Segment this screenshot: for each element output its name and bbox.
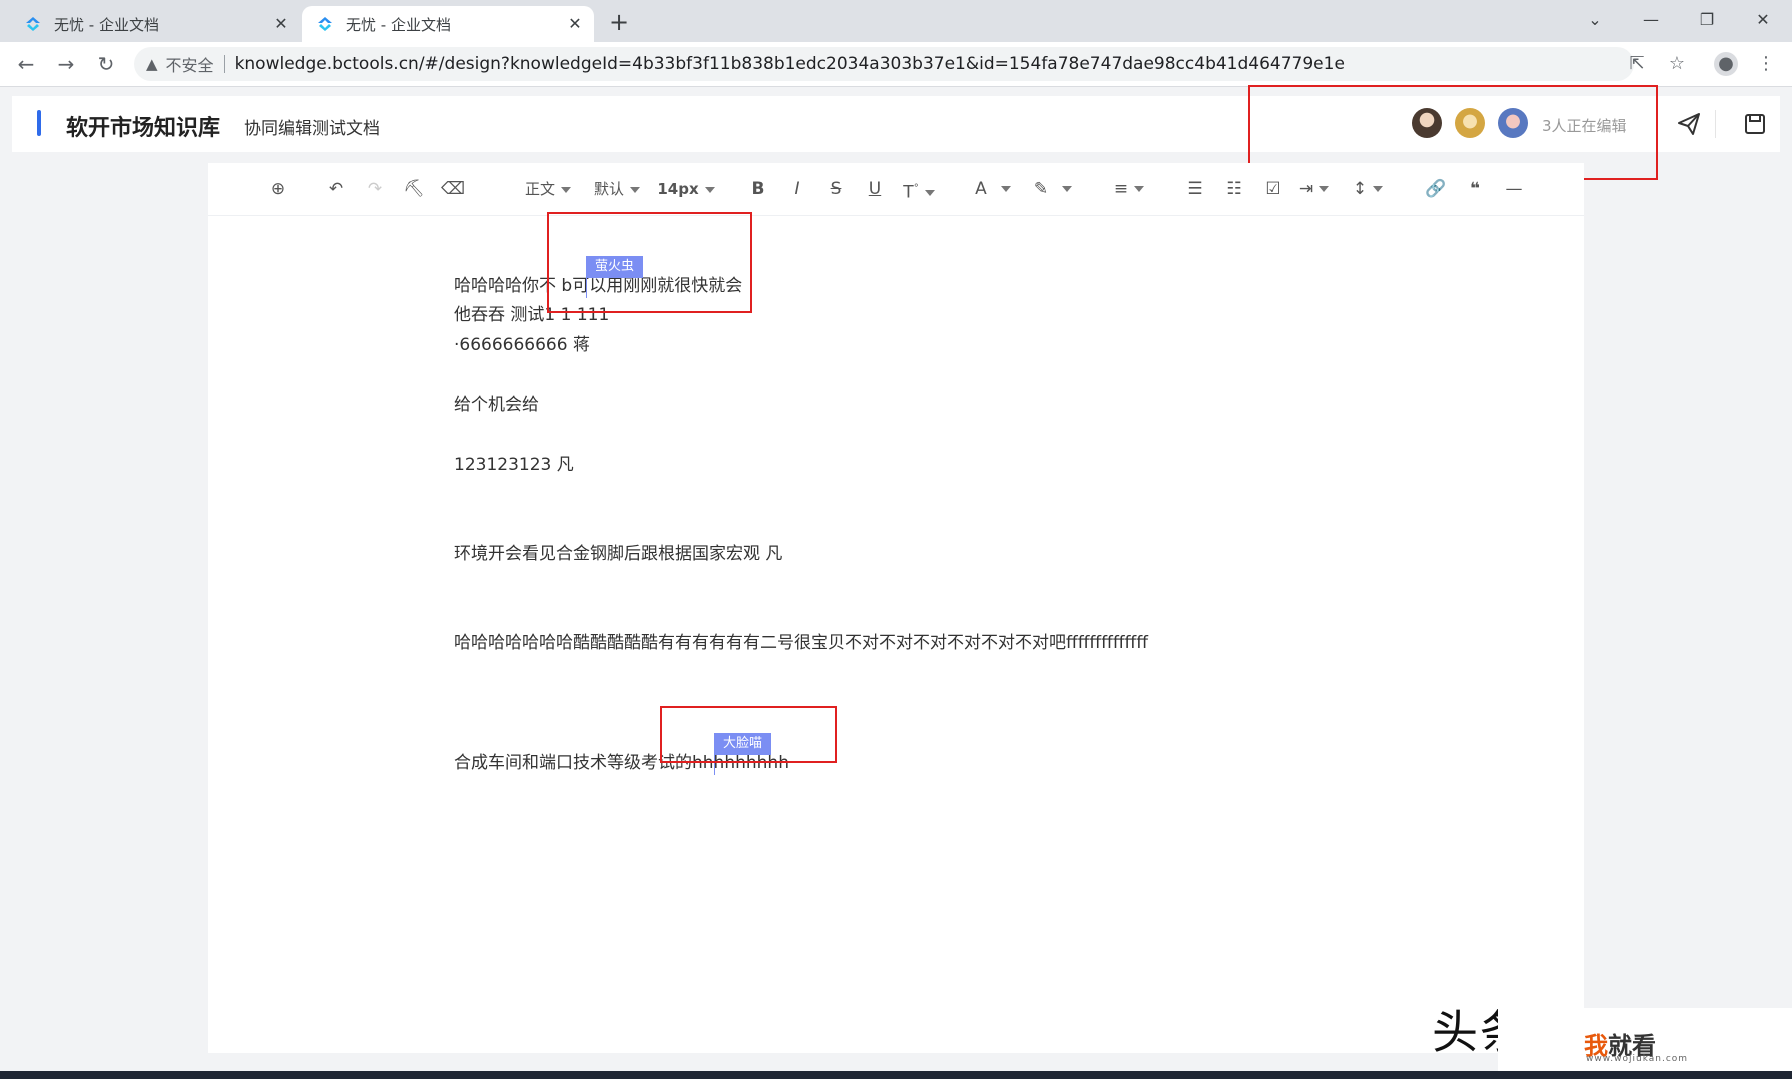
font-family-value: 默认 [593, 180, 624, 198]
chevron-down-icon [1134, 186, 1145, 192]
profile-avatar-icon[interactable]: ● [1714, 52, 1738, 76]
publish-send-icon[interactable] [1676, 111, 1702, 137]
chevron-down-icon [630, 186, 640, 193]
font-family-select[interactable]: 默认 [589, 177, 645, 201]
font-size-value: 14px [657, 180, 699, 198]
os-taskbar [0, 1071, 1792, 1079]
new-tab-button[interactable]: + [604, 8, 634, 38]
chevron-down-icon [1319, 186, 1330, 192]
chevron-down-icon [1062, 186, 1073, 192]
document-title[interactable]: 协同编辑测试文档 [244, 114, 380, 139]
ordered-list-icon[interactable]: ☷ [1222, 177, 1246, 201]
header-divider [1715, 110, 1716, 138]
redo-icon[interactable]: ↷ [363, 177, 387, 201]
knowledge-base-name[interactable]: 软开市场知识库 [66, 110, 220, 142]
tab-title: 无忧 - 企业文档 [54, 15, 159, 34]
highlight-box [660, 706, 837, 763]
watermark-site-url: www.wojiukan.com [1586, 1054, 1689, 1064]
tab-title: 无忧 - 企业文档 [346, 15, 451, 34]
chevron-down-icon [1000, 186, 1011, 192]
doc-line[interactable]: ·6666666666 蒋 [454, 330, 590, 355]
minimize-icon[interactable]: — [1631, 6, 1671, 34]
superscript-icon[interactable]: T° [898, 177, 940, 203]
italic-icon[interactable]: I [785, 177, 809, 201]
todo-checkbox-icon[interactable]: ☑ [1261, 177, 1285, 201]
tab-search-chevron-icon[interactable]: ⌄ [1575, 6, 1615, 34]
url-text: knowledge.bctools.cn/#/design?knowledgeI… [234, 54, 1345, 74]
browser-menu-icon[interactable]: ⋮ [1754, 52, 1778, 76]
browser-tab-strip: 无忧 - 企业文档 ✕ 无忧 - 企业文档 ✕ + ⌄ — ❐ ✕ [0, 0, 1792, 42]
horizontal-rule-icon[interactable]: — [1502, 177, 1526, 201]
browser-tab[interactable]: 无忧 - 企业文档 ✕ [10, 6, 300, 42]
paragraph-style-value: 正文 [524, 180, 555, 198]
tab-close-icon[interactable]: ✕ [272, 15, 290, 33]
doc-line[interactable]: 给个机会给 [454, 390, 539, 415]
window-close-icon[interactable]: ✕ [1743, 6, 1783, 34]
forward-arrow-icon[interactable]: → [52, 50, 80, 78]
restore-icon[interactable]: ❐ [1687, 6, 1727, 34]
editor-page: ⊕ ↶ ↷ ⛏ ⌫ 正文 默认 14px B I S U T° A ✎ ≡ ☰ … [208, 163, 1584, 1053]
browser-tab-active[interactable]: 无忧 - 企业文档 ✕ [302, 6, 594, 42]
share-icon[interactable]: ⇱ [1625, 52, 1649, 76]
underline-icon[interactable]: U [863, 177, 887, 201]
chevron-down-icon [1373, 186, 1384, 192]
reload-icon[interactable]: ↻ [92, 50, 120, 78]
format-painter-icon[interactable]: ⛏ [402, 177, 426, 201]
doc-line[interactable]: 哈哈哈哈哈哈哈酷酷酷酷酷有有有有有有二号很宝贝不对不对不对不对不对不对吧ffff… [454, 628, 1148, 653]
site-logo-icon [26, 17, 40, 31]
chevron-down-icon [561, 186, 571, 193]
title-accent-bar [37, 110, 41, 136]
doc-line[interactable]: 环境开会看见合金钢脚后跟根据国家宏观 凡 [454, 539, 782, 564]
back-arrow-icon[interactable]: ← [12, 50, 40, 78]
paragraph-style-select[interactable]: 正文 [513, 177, 583, 201]
warning-triangle-icon: ▲ [146, 55, 158, 73]
omnibox-divider [223, 55, 225, 73]
undo-icon[interactable]: ↶ [324, 177, 348, 201]
font-color-icon[interactable]: A [968, 177, 1018, 201]
font-size-select[interactable]: 14px [653, 177, 719, 201]
strikethrough-icon[interactable]: S [824, 177, 848, 201]
quote-icon[interactable]: ❝ [1463, 177, 1487, 201]
highlight-pen-icon[interactable]: ✎ [1028, 177, 1078, 201]
chevron-down-icon [704, 186, 715, 193]
link-icon[interactable]: 🔗 [1424, 177, 1448, 201]
highlight-box [547, 212, 752, 313]
clear-format-eraser-icon[interactable]: ⌫ [441, 177, 465, 201]
chevron-down-icon [924, 189, 935, 196]
browser-address-bar: ← → ↻ ▲ 不安全 knowledge.bctools.cn/#/desig… [0, 42, 1792, 87]
bullet-list-icon[interactable]: ☰ [1183, 177, 1207, 201]
save-icon[interactable] [1742, 111, 1768, 137]
line-height-icon[interactable]: ↕ [1348, 177, 1388, 201]
site-logo-icon [318, 17, 332, 31]
bold-icon[interactable]: B [746, 177, 770, 201]
indent-icon[interactable]: ⇥ [1294, 177, 1334, 201]
watermark-logo: 我就看 www.wojiukan.com [1498, 1008, 1792, 1079]
doc-line[interactable]: 123123123 凡 [454, 450, 574, 475]
editor-toolbar: ⊕ ↶ ↷ ⛏ ⌫ 正文 默认 14px B I S U T° A ✎ ≡ ☰ … [208, 163, 1584, 216]
align-left-icon[interactable]: ≡ [1108, 177, 1150, 201]
insecure-label: 不安全 [165, 56, 214, 75]
insert-block-icon[interactable]: ⊕ [266, 177, 290, 201]
tab-close-icon[interactable]: ✕ [566, 15, 584, 33]
url-field[interactable]: ▲ 不安全 knowledge.bctools.cn/#/design?know… [134, 47, 1634, 81]
bookmark-star-icon[interactable]: ☆ [1665, 52, 1689, 76]
